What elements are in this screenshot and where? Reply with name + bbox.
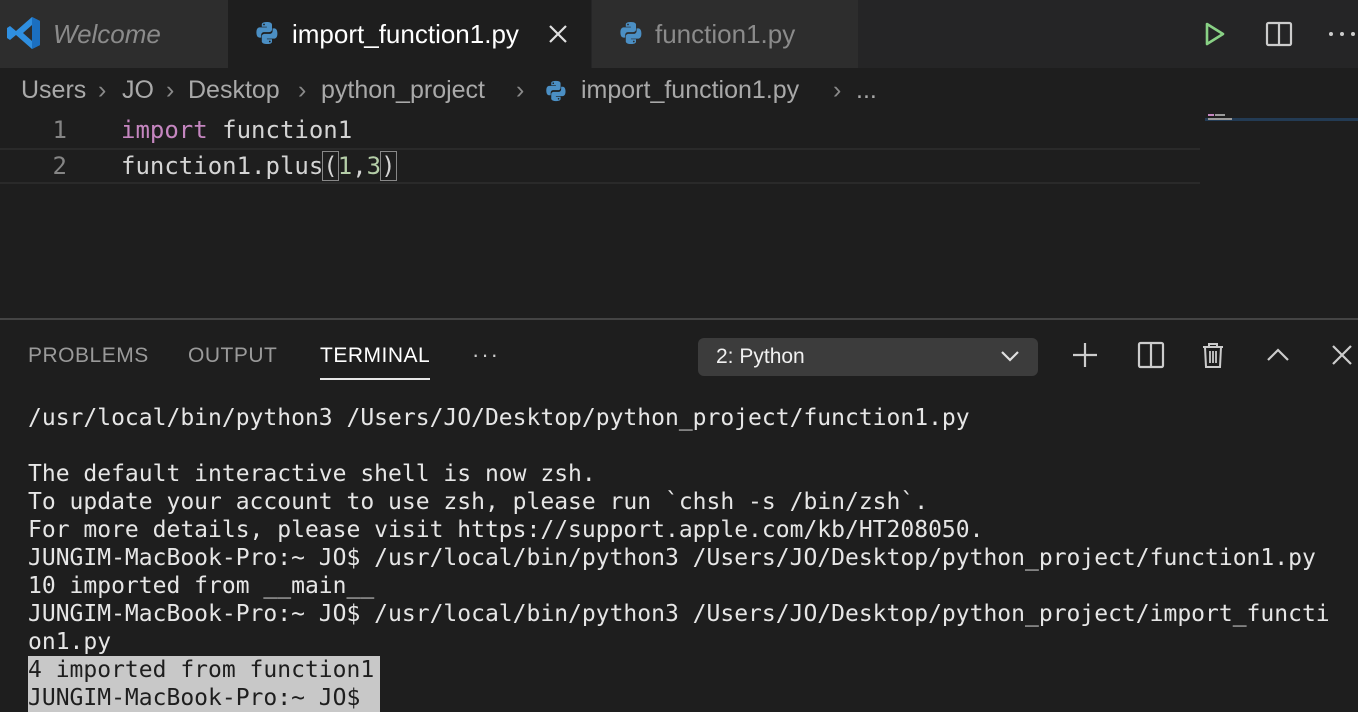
code-line-current: 2 function1.plus(1,3) (0, 148, 1200, 184)
call-token: function1.plus (121, 152, 324, 180)
split-terminal-icon[interactable] (1136, 340, 1166, 370)
terminal-line: JUNGIM-MacBook-Pro:~ JO$ /usr/local/bin/… (28, 601, 1330, 627)
terminal-line: The default interactive shell is now zsh… (28, 461, 596, 487)
python-file-icon (620, 22, 642, 44)
chevron-up-icon[interactable] (1263, 340, 1293, 370)
python-file-icon (256, 22, 278, 44)
breadcrumb-item-users[interactable]: Users (21, 76, 86, 105)
terminal-output[interactable]: /usr/local/bin/python3 /Users/JO/Desktop… (0, 402, 1358, 712)
minimap[interactable] (1205, 114, 1358, 122)
terminal-line: on1.py (28, 629, 112, 655)
editor-tab-bar: Welcome import_function1.py function1.py (0, 0, 1358, 68)
chevron-right-icon: › (298, 76, 307, 104)
chevron-right-icon: › (516, 76, 525, 104)
terminal-line: 10 imported from __main__ (28, 573, 375, 599)
tab-label: function1.py (655, 18, 796, 49)
line-number: 2 (52, 152, 67, 180)
terminal-line-selected: 4 imported from function1 (28, 656, 381, 684)
new-terminal-icon[interactable] (1070, 340, 1100, 370)
tab-function1[interactable]: function1.py (592, 0, 858, 68)
terminal-select-value: 2: Python (716, 345, 805, 368)
code-line: 1 import function1 (0, 114, 1200, 150)
tab-import-function1[interactable]: import_function1.py (228, 0, 591, 68)
terminal-line: /usr/local/bin/python3 /Users/JO/Desktop… (28, 405, 970, 431)
code-text: import function1 (121, 116, 352, 144)
more-tabs-icon[interactable]: ··· (472, 342, 500, 368)
code-editor[interactable]: 1 import function1 2 function1.plus(1,3) (0, 114, 1358, 318)
trash-icon[interactable] (1198, 340, 1228, 370)
python-file-icon (546, 80, 566, 102)
number-token: 3 (366, 152, 382, 180)
run-icon[interactable] (1198, 18, 1230, 50)
tab-label: import_function1.py (292, 18, 519, 49)
chevron-right-icon: › (166, 76, 175, 104)
breadcrumb: Users › JO › Desktop › python_project › … (0, 68, 1358, 114)
bottom-panel: PROBLEMS OUTPUT TERMINAL ··· 2: Python /… (0, 318, 1358, 712)
tab-label: Welcome (53, 18, 161, 49)
terminal-line: JUNGIM-MacBook-Pro:~ JO$ /usr/local/bin/… (28, 545, 1316, 571)
tab-problems[interactable]: PROBLEMS (28, 344, 149, 368)
breadcrumb-item-file[interactable]: import_function1.py (581, 76, 799, 105)
breadcrumb-item-jo[interactable]: JO (122, 76, 154, 105)
line-number: 1 (52, 116, 67, 144)
tab-welcome[interactable]: Welcome (0, 0, 228, 68)
bracket-token: ( (322, 151, 339, 181)
breadcrumb-item-symbols[interactable]: ... (856, 76, 877, 105)
close-panel-icon[interactable] (1327, 340, 1357, 370)
terminal-line: To update your account to use zsh, pleas… (28, 489, 929, 515)
tab-terminal[interactable]: TERMINAL (320, 344, 431, 380)
comma-token: , (352, 152, 367, 180)
breadcrumb-item-python-project[interactable]: python_project (321, 76, 485, 105)
vscode-logo-icon (7, 17, 40, 49)
chevron-down-icon (1001, 351, 1019, 362)
identifier-token: function1 (207, 116, 353, 144)
close-icon[interactable] (546, 22, 570, 46)
breadcrumb-item-desktop[interactable]: Desktop (188, 76, 280, 105)
number-token: 1 (337, 152, 353, 180)
terminal-select[interactable]: 2: Python (698, 338, 1038, 376)
chevron-right-icon: › (98, 76, 107, 104)
keyword-token: import (121, 116, 208, 144)
terminal-line: For more details, please visit https://s… (28, 517, 984, 543)
chevron-right-icon: › (833, 76, 842, 104)
code-text: function1.plus(1,3) (121, 151, 397, 181)
split-editor-icon[interactable] (1263, 18, 1295, 50)
bracket-token: ) (380, 151, 397, 181)
terminal-prompt-line: JUNGIM-MacBook-Pro:~ JO$ (28, 684, 381, 712)
tab-output[interactable]: OUTPUT (188, 344, 277, 368)
more-actions-icon[interactable] (1326, 18, 1358, 50)
